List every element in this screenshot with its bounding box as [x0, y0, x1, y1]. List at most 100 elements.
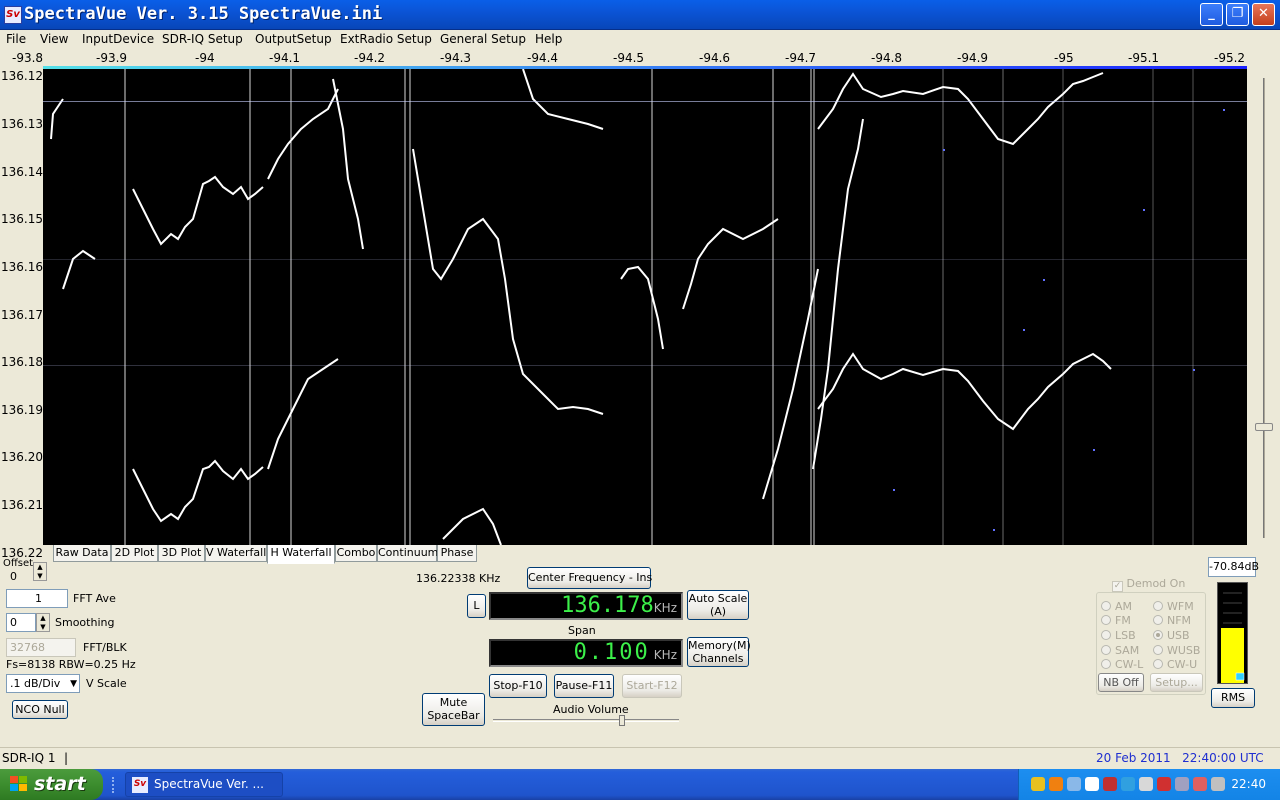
- fft-blk-select[interactable]: 32768: [6, 638, 76, 657]
- app-icon[interactable]: Sv: [4, 6, 22, 24]
- radio-sam[interactable]: SAM: [1101, 644, 1139, 657]
- vscale-select[interactable]: .1 dB/Div ▼: [6, 674, 80, 693]
- freq-tick: -95.1: [1128, 51, 1160, 65]
- minimize-icon[interactable]: _: [1200, 3, 1223, 26]
- taskbar-app-button[interactable]: Sv SpectraVue Ver. ...: [125, 772, 283, 797]
- span-display[interactable]: 0.100 KHz: [489, 639, 683, 667]
- time-tick: 136.19: [1, 403, 43, 417]
- system-tray: 22:40: [1018, 769, 1280, 800]
- radio-icon: [1101, 659, 1111, 669]
- menu-inputdevice[interactable]: InputDevice: [82, 32, 154, 46]
- radio-cw-l[interactable]: CW-L: [1101, 658, 1143, 671]
- radio-wusb[interactable]: WUSB: [1153, 644, 1200, 657]
- radio-fm[interactable]: FM: [1101, 614, 1131, 627]
- offset-value: 0: [10, 570, 17, 583]
- tab-2d-plot[interactable]: 2D Plot: [111, 545, 158, 562]
- radio-icon-selected: [1153, 630, 1163, 640]
- auto-scale-button[interactable]: Auto Scale (A): [687, 590, 749, 620]
- rms-button[interactable]: RMS: [1211, 688, 1255, 708]
- mute-button[interactable]: Mute SpaceBar: [422, 693, 485, 726]
- tab-combo[interactable]: Combo: [335, 545, 377, 562]
- time-tick: 136.13: [1, 117, 43, 131]
- maximize-icon[interactable]: ❐: [1226, 3, 1249, 26]
- window-title: SpectraVue Ver. 3.15 SpectraVue.ini: [24, 4, 383, 24]
- menu-extradio-setup[interactable]: ExtRadio Setup: [340, 32, 432, 46]
- radio-icon: [1153, 645, 1163, 655]
- freq-tick: -94: [195, 51, 215, 65]
- usb-icon[interactable]: [1139, 777, 1153, 791]
- menu-file[interactable]: File: [6, 32, 26, 46]
- app-icon: Sv: [132, 777, 148, 793]
- time-tick: 136.15: [1, 212, 43, 226]
- radio-label: AM: [1115, 600, 1133, 613]
- menu-sdr-iq-setup[interactable]: SDR-IQ Setup: [162, 32, 243, 46]
- nco-null-button[interactable]: NCO Null: [12, 700, 68, 719]
- menu-view[interactable]: View: [40, 32, 68, 46]
- menu-help[interactable]: Help: [535, 32, 562, 46]
- taskbar-clock[interactable]: 22:40: [1231, 777, 1266, 791]
- offset-spinner[interactable]: ▲ ▼: [33, 562, 47, 581]
- freq-tick: -94.2: [354, 51, 386, 65]
- fft-ave-input[interactable]: 1: [6, 589, 68, 608]
- menu-outputsetup[interactable]: OutputSetup: [255, 32, 332, 46]
- radio-label: CW-U: [1167, 658, 1198, 671]
- start-button[interactable]: start: [0, 769, 103, 800]
- smoothing-spinner[interactable]: ▲ ▼: [36, 613, 50, 632]
- smoothing-input[interactable]: 0: [6, 613, 36, 632]
- l-button[interactable]: L: [467, 594, 486, 618]
- bluetooth-icon[interactable]: [1121, 777, 1135, 791]
- radio-nfm[interactable]: NFM: [1153, 614, 1191, 627]
- waterfall-display[interactable]: [43, 69, 1247, 545]
- audio-volume-slider[interactable]: [493, 715, 679, 727]
- radio-icon: [1101, 645, 1111, 655]
- center-frequency-button[interactable]: Center Frequency - Ins: [527, 567, 652, 589]
- demod-on-checkbox[interactable]: ✓ Demod On: [1112, 577, 1185, 592]
- tab-phase[interactable]: Phase: [437, 545, 477, 562]
- volume-track: [493, 719, 679, 722]
- demod-setup-button[interactable]: Setup...: [1150, 673, 1203, 692]
- tab-raw-data[interactable]: Raw Data: [53, 545, 111, 562]
- radio-lsb[interactable]: LSB: [1101, 629, 1136, 642]
- radio-am[interactable]: AM: [1101, 600, 1132, 613]
- connection-icon[interactable]: [1175, 777, 1189, 791]
- radio-label: SAM: [1115, 644, 1140, 657]
- signal-level-meter: [1217, 582, 1248, 684]
- title-bar[interactable]: Sv SpectraVue Ver. 3.15 SpectraVue.ini _…: [0, 0, 1280, 30]
- start-button[interactable]: Start-F12: [622, 674, 682, 698]
- freq-tick: -95.2: [1214, 51, 1246, 65]
- waterfall-speed-slider[interactable]: [1252, 68, 1276, 548]
- radio-label: FM: [1115, 614, 1131, 627]
- center-frequency-value: 136.178: [561, 593, 654, 618]
- status-separator: |: [64, 751, 69, 765]
- tray-tool-icon[interactable]: [1193, 777, 1207, 791]
- volume-icon[interactable]: [1085, 777, 1099, 791]
- nb-off-button[interactable]: NB Off: [1098, 673, 1144, 692]
- radio-usb[interactable]: USB: [1153, 629, 1190, 642]
- security-icon[interactable]: [1103, 777, 1117, 791]
- stop-button[interactable]: Stop-F10: [489, 674, 547, 698]
- radio-wfm[interactable]: WFM: [1153, 600, 1194, 613]
- alert-icon[interactable]: [1157, 777, 1171, 791]
- fft-ave-label: FFT Ave: [73, 592, 116, 605]
- tab-continuum[interactable]: Continuum: [377, 545, 438, 562]
- close-icon[interactable]: ✕: [1252, 3, 1275, 26]
- slider-thumb[interactable]: [1255, 423, 1273, 431]
- gear-icon[interactable]: [1211, 777, 1225, 791]
- tab-v-waterfall[interactable]: V Waterfall: [205, 545, 267, 562]
- tab-3d-plot[interactable]: 3D Plot: [158, 545, 205, 562]
- radio-cw-u[interactable]: CW-U: [1153, 658, 1197, 671]
- memory-channels-button[interactable]: Memory(M) Channels: [687, 637, 751, 667]
- volume-thumb[interactable]: [619, 715, 625, 726]
- fft-blk-label: FFT/BLK: [83, 641, 127, 654]
- tab-h-waterfall[interactable]: H Waterfall: [267, 545, 335, 564]
- display-icon[interactable]: [1067, 777, 1081, 791]
- fs-info: Fs=8138 RBW=0.25 Hz: [6, 658, 136, 671]
- freq-tick: -94.4: [527, 51, 559, 65]
- taskbar-app-label: SpectraVue Ver. ...: [154, 777, 264, 791]
- tray-app-icon[interactable]: [1049, 777, 1063, 791]
- pause-button[interactable]: Pause-F11: [554, 674, 614, 698]
- network-icon[interactable]: [1031, 777, 1045, 791]
- menu-general-setup[interactable]: General Setup: [440, 32, 526, 46]
- center-frequency-display[interactable]: 136.178KHz: [489, 592, 683, 620]
- radio-label: CW-L: [1115, 658, 1144, 671]
